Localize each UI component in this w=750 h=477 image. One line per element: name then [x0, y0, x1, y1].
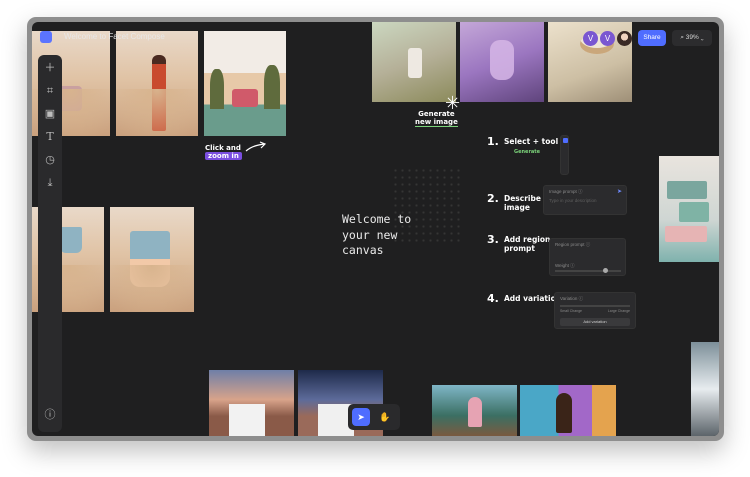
region-panel[interactable]: Region prompt ⓘ Weight ⓘ: [549, 238, 626, 276]
image-luggage[interactable]: [659, 156, 719, 262]
zoom-dropdown[interactable]: ⌕ 39% ⌄: [672, 30, 712, 46]
image-colorful-man[interactable]: [520, 385, 616, 436]
arrow-icon: [245, 141, 267, 152]
image-lavender-bottle[interactable]: [460, 22, 544, 102]
download-icon[interactable]: ⤓: [43, 176, 57, 190]
image-desert-pool[interactable]: [204, 31, 286, 136]
zoom-label: 39% ⌄: [685, 34, 704, 41]
region-label: Region prompt ⓘ: [555, 242, 591, 247]
step-number: 4.: [487, 292, 499, 305]
image-coast-girl[interactable]: [432, 385, 517, 436]
click-zoom-hint: Click and zoom in: [205, 144, 242, 160]
history-icon[interactable]: ◷: [43, 153, 57, 167]
step-number: 1.: [487, 135, 499, 148]
bottom-toolbar: ➤ ✋: [348, 404, 400, 430]
hand-icon[interactable]: ✋: [376, 408, 394, 426]
cursor-icon[interactable]: ➤: [352, 408, 370, 426]
variation-label: Variation ⓘ: [560, 296, 584, 301]
weight-slider[interactable]: [555, 268, 621, 273]
variation-right-label: Large Change: [607, 309, 630, 313]
collaborator-avatars: V V: [583, 31, 632, 46]
left-toolbar: ＋ ⌗ ▣ T ◷ ⤓ ⓘ: [38, 55, 62, 432]
text-icon[interactable]: T: [43, 130, 57, 144]
step-sub: Generate: [514, 149, 541, 155]
variation-panel[interactable]: Variation ⓘ Small Change Large Change Ad…: [554, 292, 636, 329]
logo-icon[interactable]: [40, 31, 52, 43]
image-icon[interactable]: ▣: [43, 107, 57, 121]
help-icon[interactable]: ⓘ: [43, 408, 57, 422]
describe-panel[interactable]: Image prompt ⓘ Type in your description …: [543, 185, 627, 215]
sparkle-icon: ✳: [445, 93, 461, 113]
generate-line2: new image: [415, 118, 458, 127]
describe-placeholder: Type in your description: [549, 198, 597, 203]
share-button[interactable]: Share: [638, 30, 666, 46]
plus-icon[interactable]: ＋: [43, 61, 57, 75]
welcome-heading: Welcome to your new canvas: [342, 212, 412, 257]
frame-icon[interactable]: ⌗: [43, 84, 57, 98]
generate-icon[interactable]: ➤: [617, 188, 622, 195]
zoom-in-pill: zoom in: [205, 152, 242, 160]
app-title: Welcome to Facet Compose: [64, 32, 165, 41]
canvas-screen[interactable]: Welcome to Facet Compose V V Share ⌕ 39%…: [32, 22, 719, 436]
step-number: 3.: [487, 233, 499, 246]
avatar-photo[interactable]: [617, 31, 632, 46]
image-mountain-edge[interactable]: [691, 342, 719, 436]
step-number: 2.: [487, 192, 499, 205]
image-flower-bottle[interactable]: [372, 22, 456, 102]
variation-left-label: Small Change: [560, 309, 582, 313]
describe-label: Image prompt ⓘ: [549, 189, 583, 194]
add-variation-button[interactable]: Add variation: [560, 318, 630, 326]
variation-slider[interactable]: [560, 305, 630, 307]
click-and-label: Click and: [205, 144, 241, 152]
step-title: Select + tool: [504, 137, 559, 146]
mini-tool-strip: [560, 135, 569, 175]
avatar[interactable]: V: [600, 31, 615, 46]
image-modern-house-day[interactable]: [209, 370, 294, 436]
image-mug-right[interactable]: [110, 207, 194, 312]
avatar[interactable]: V: [583, 31, 598, 46]
region-weight: Weight ⓘ: [555, 263, 575, 268]
device-frame: Welcome to Facet Compose V V Share ⌕ 39%…: [27, 17, 724, 441]
image-desert-woman[interactable]: [116, 31, 198, 136]
